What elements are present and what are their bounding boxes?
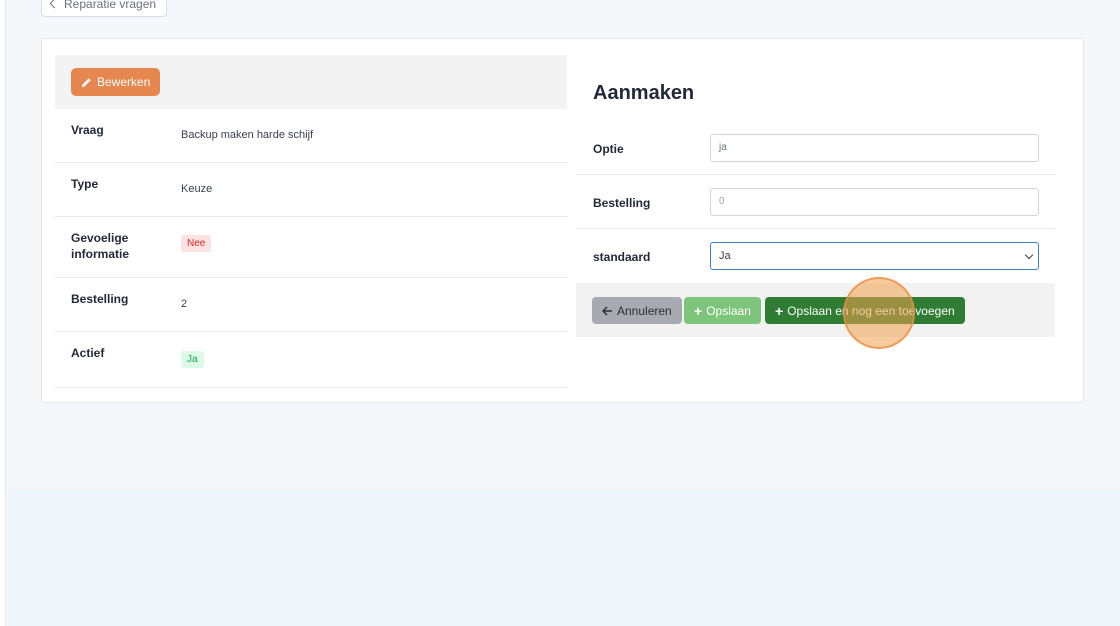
status-badge-yes: Ja xyxy=(181,351,204,368)
detail-value: Keuze xyxy=(181,183,213,195)
form-actions: Annuleren + Opslaan + Opslaan en nog een… xyxy=(576,283,1055,337)
back-link[interactable]: Reparatie vragen xyxy=(41,0,168,17)
form-row-standaard: standaard Ja xyxy=(576,229,1055,283)
edit-button-label: Bewerken xyxy=(97,75,151,89)
detail-panel: Bewerken Vraag Backup maken harde schijf… xyxy=(55,55,567,388)
detail-label: Vraag xyxy=(71,123,104,137)
detail-value: Backup maken harde schijf xyxy=(181,129,314,141)
form-row-optie: Optie ja xyxy=(576,121,1055,175)
bestelling-input[interactable]: 0 xyxy=(710,188,1039,216)
cancel-button-label: Annuleren xyxy=(617,303,672,318)
optie-input[interactable]: ja xyxy=(710,134,1039,162)
detail-value: 2 xyxy=(181,298,188,310)
save-button[interactable]: + Opslaan xyxy=(684,297,761,324)
edit-button[interactable]: Bewerken xyxy=(71,68,161,96)
detail-row-type: Type Keuze xyxy=(55,163,567,217)
detail-label: Bestelling xyxy=(71,292,129,306)
field-label: Bestelling xyxy=(593,196,651,210)
detail-row-sensitive: Gevoelige informatie Nee xyxy=(55,217,567,278)
detail-row-actief: Actief Ja xyxy=(55,332,567,388)
plus-icon: + xyxy=(775,302,784,319)
left-sidebar-edge xyxy=(0,0,6,626)
chevron-down-icon xyxy=(1024,250,1034,260)
field-label: standaard xyxy=(593,250,651,264)
detail-label: Actief xyxy=(71,346,105,360)
cancel-button[interactable]: Annuleren xyxy=(592,297,682,324)
content-card: Bewerken Vraag Backup maken harde schijf… xyxy=(41,38,1084,403)
detail-label: Gevoelige informatie xyxy=(71,231,130,261)
form-row-bestelling: Bestelling 0 xyxy=(576,175,1055,229)
field-label: Optie xyxy=(593,142,624,156)
detail-header: Bewerken xyxy=(55,55,567,109)
plus-icon: + xyxy=(694,302,703,319)
chevron-left-icon xyxy=(49,0,60,8)
detail-row-vraag: Vraag Backup maken harde schijf xyxy=(55,109,567,163)
pencil-icon xyxy=(81,77,91,87)
standaard-select-value: Ja xyxy=(719,250,731,262)
back-link-label: Reparatie vragen xyxy=(64,0,157,11)
status-badge-no: Nee xyxy=(181,235,212,252)
save-button-label: Opslaan xyxy=(706,303,751,318)
form-title: Aanmaken xyxy=(593,82,695,104)
save-and-add-another-button[interactable]: + Opslaan en nog een toevoegen xyxy=(765,297,965,324)
standaard-select[interactable]: Ja xyxy=(710,242,1039,270)
arrow-left-icon xyxy=(602,305,612,316)
save-and-add-another-label: Opslaan en nog een toevoegen xyxy=(787,303,955,318)
detail-label: Type xyxy=(71,177,99,191)
detail-row-bestelling: Bestelling 2 xyxy=(55,278,567,332)
